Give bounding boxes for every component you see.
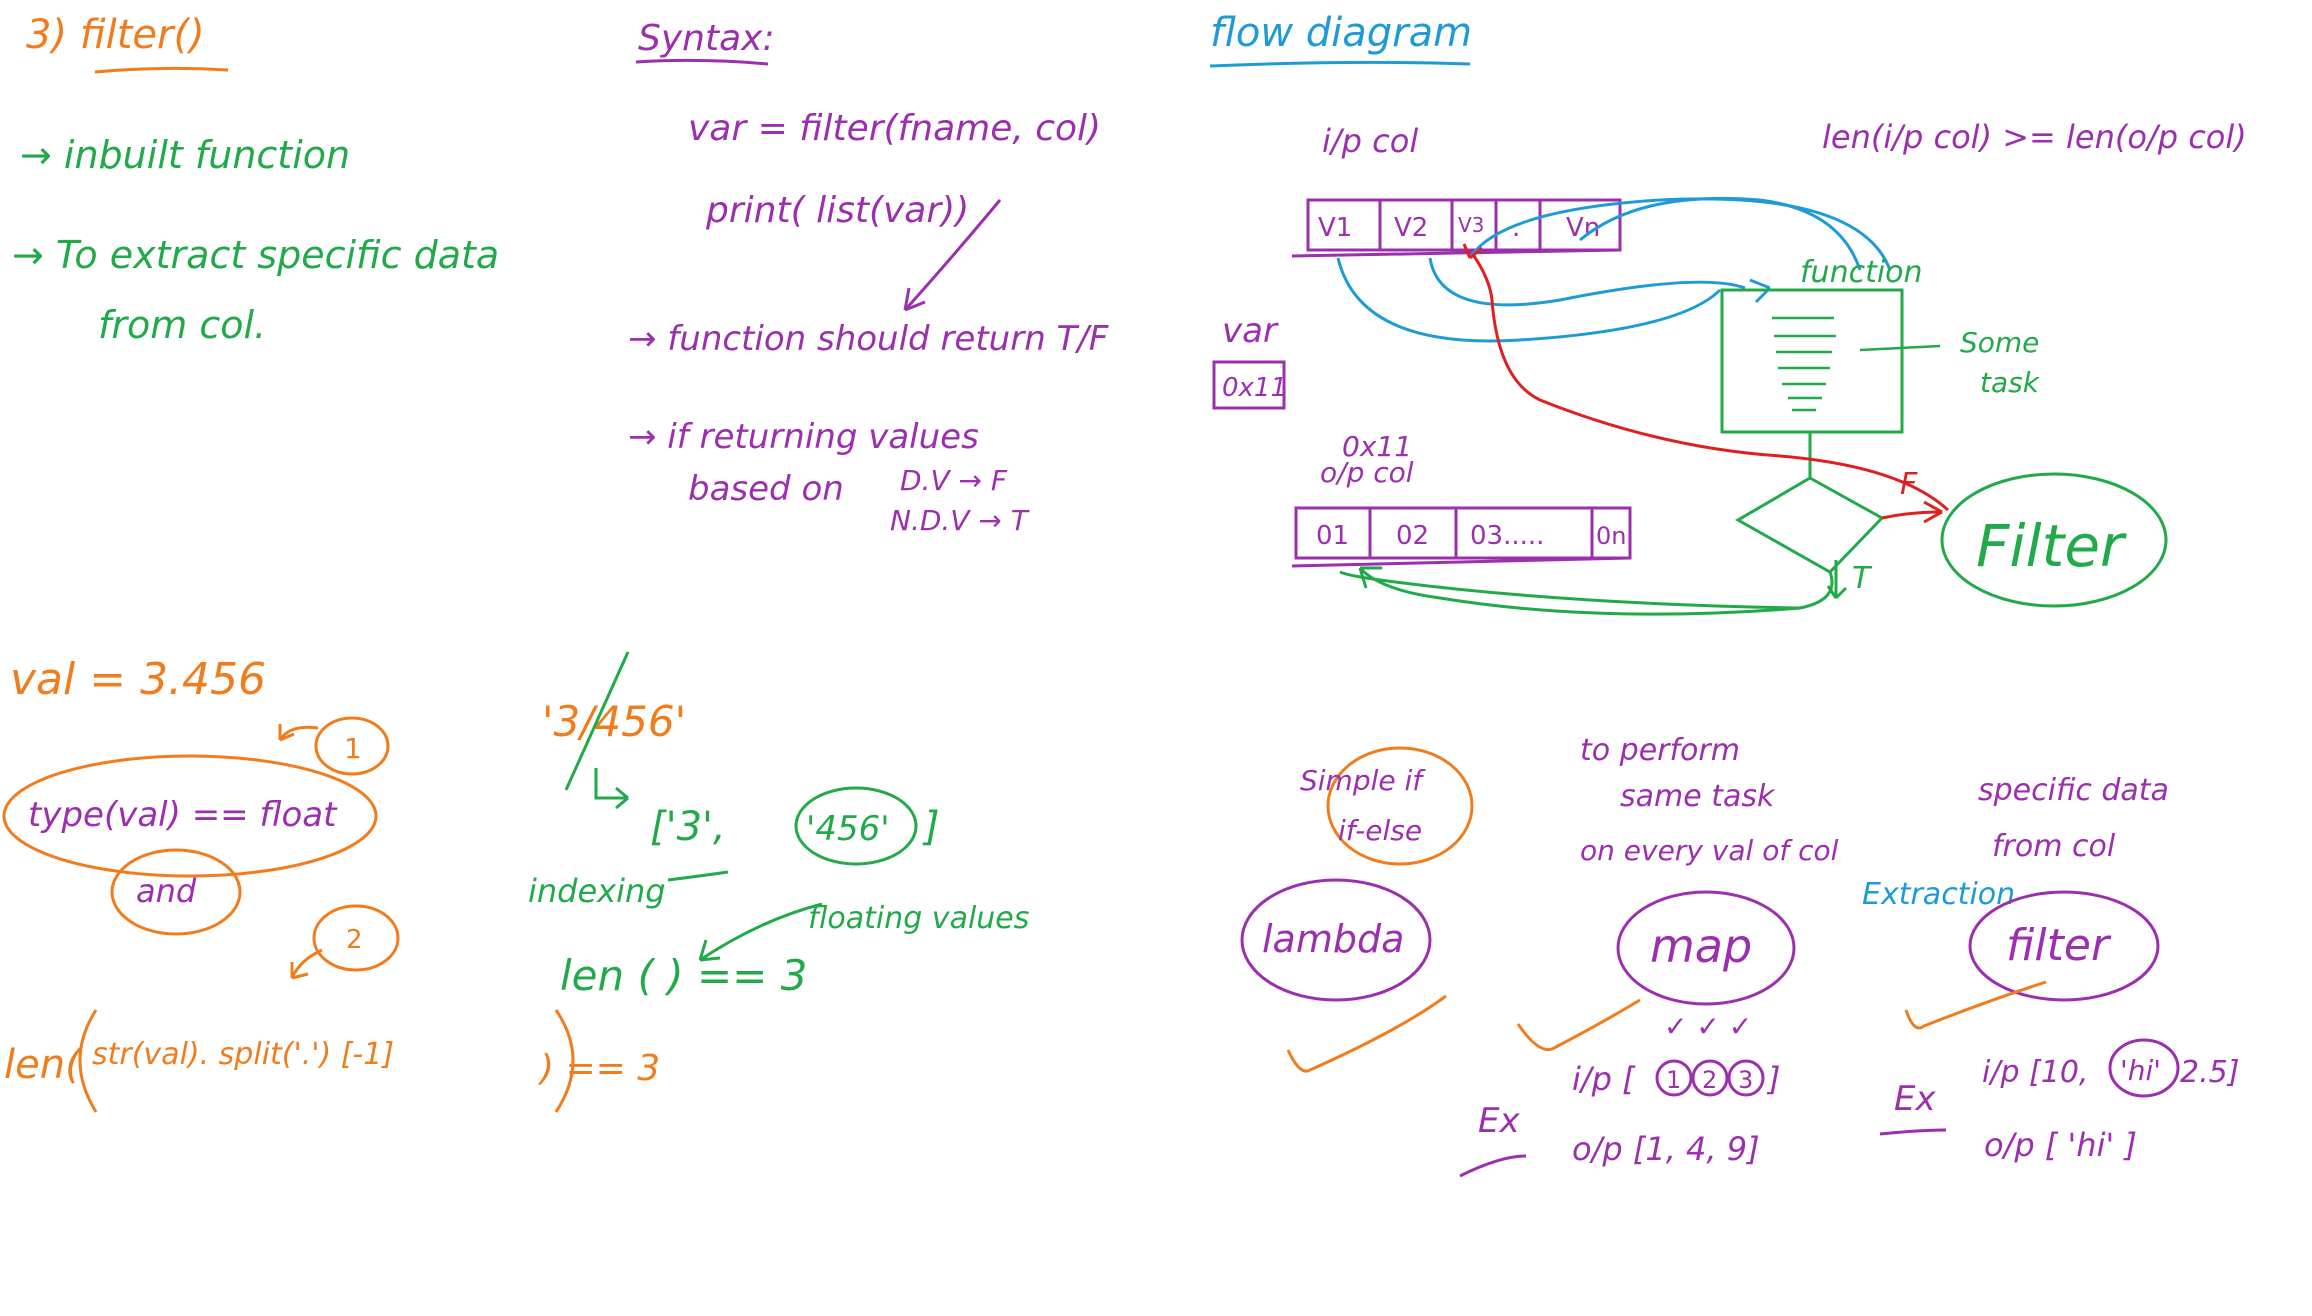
rule-based-on: based on [688, 469, 844, 509]
map-ex-underline [1459, 1154, 1527, 1178]
filter-output: o/p [ 'hi' ] [1984, 1126, 2137, 1164]
split-result-fraction: '456' [806, 809, 890, 849]
false-path [1472, 255, 1950, 512]
if-else-label: if-else [1338, 814, 1422, 847]
split-arrow [594, 768, 629, 810]
map-checkmarks: ✓ ✓ ✓ [1664, 1010, 1752, 1043]
syntax-heading: Syntax: [638, 18, 775, 59]
filter-input-hi: 'hi' [2120, 1054, 2161, 1087]
rule-ndv: N.D.V → T [890, 504, 1030, 537]
len-expr-body: str(val). split('.') [-1] [92, 1037, 394, 1072]
map-note-1: to perform [1580, 733, 1740, 768]
ip-col-cells: V1 V2 V3 . Vn [1291, 198, 1622, 258]
point-inbuilt: → inbuilt function [20, 133, 350, 177]
false-label: F [1900, 467, 1918, 502]
heading-underline [94, 66, 229, 74]
syntax-underline [635, 58, 769, 66]
ip-cell-v1: V1 [1318, 213, 1352, 243]
op-cell-03: 03..... [1470, 521, 1544, 551]
function-body-lines [1772, 316, 1836, 412]
map-check-stroke [1516, 998, 1641, 1051]
intro-section: 3) filter() → inbuilt function → To extr… [12, 12, 499, 347]
ip-cell-dot: . [1512, 213, 1520, 243]
whiteboard-canvas: 3) filter() → inbuilt function → To extr… [2, 10, 2247, 1178]
rule-return-tf: → function should return T/F [628, 319, 1109, 359]
split-section: '3/456' ['3', '456' ] indexing floating … [528, 651, 1029, 1000]
map-input-3: 3 [1738, 1066, 1753, 1094]
string-value: '3/456' [542, 697, 686, 746]
op-cell-01: 01 [1316, 521, 1349, 551]
filter-check-stroke [1904, 980, 2047, 1030]
point-extract-cont: from col. [98, 303, 266, 347]
map-input-2: 2 [1702, 1066, 1717, 1094]
decision-diamond [1734, 476, 1885, 574]
map-note-3: on every val of col [1580, 834, 1839, 867]
op-cell-02: 02 [1396, 521, 1429, 551]
len-expr-open: len( [4, 1042, 83, 1088]
var-label: var [1222, 311, 1279, 351]
badge-2-arrow [290, 948, 323, 980]
len-check: len ( ) == 3 [560, 951, 807, 1000]
map-output: o/p [1, 4, 9] [1572, 1130, 1760, 1168]
len-rule: len(i/p col) >= len(o/p col) [1822, 118, 2247, 156]
compare-section: Simple if if-else lambda to perform same… [1240, 733, 2239, 1178]
map-label: map [1650, 919, 1752, 973]
syntax-line1: var = filter(fname, col) [688, 108, 1101, 149]
input-to-function-arrow [1428, 257, 1746, 307]
map-input-suffix: ] [1766, 1060, 1780, 1098]
extraction-label: Extraction [1862, 877, 2015, 912]
point-extract: → To extract specific data [12, 233, 499, 277]
badge-1: 1 [344, 732, 362, 765]
lambda-label: lambda [1262, 917, 1404, 961]
rule-dv: D.V → F [900, 464, 1008, 497]
op-col-cells: 01 02 03..... 0n [1291, 506, 1632, 568]
task-pointer [1859, 344, 1941, 352]
map-input-prefix: i/p [ [1572, 1060, 1636, 1098]
filter-ex-label: Ex [1894, 1079, 1936, 1119]
filter-compare-label: filter [2006, 920, 2112, 971]
task-label-cont: task [1980, 366, 2041, 399]
op-col-label: o/p col [1320, 456, 1414, 489]
filter-input-suffix: 2.5] [2180, 1055, 2239, 1090]
true-path-branch [1339, 570, 1801, 610]
input-to-function-arrow [1336, 257, 1722, 343]
simple-if-label: Simple if [1300, 764, 1426, 797]
badge-1-arrow [278, 724, 319, 742]
syntax-section: Syntax: var = filter(fname, col) print( … [628, 18, 1287, 537]
split-result-close: ] [922, 804, 940, 850]
indexing-stroke [667, 870, 729, 882]
condition-1: type(val) == float [28, 795, 338, 835]
filter-ex-underline [1879, 1128, 1947, 1136]
badge-2: 2 [346, 925, 363, 955]
flow-heading: flow diagram [1210, 10, 1472, 56]
ip-col-label: i/p col [1322, 122, 1418, 160]
ip-cell-v2: V2 [1394, 213, 1428, 243]
map-note-2: same task [1620, 779, 1776, 814]
and-label: and [136, 872, 197, 910]
floating-values-label: floating values [808, 901, 1029, 936]
ip-cell-v3: V3 [1458, 213, 1484, 237]
indexing-label: indexing [528, 872, 666, 910]
lambda-check [1286, 994, 1447, 1073]
flow-diagram: flow diagram i/p col len(i/p col) >= len… [1209, 10, 2247, 616]
function-label: function [1800, 255, 1923, 290]
val-assignment: val = 3.456 [10, 654, 266, 705]
filter-heading: 3) filter() [26, 12, 205, 58]
op-cell-0n: 0n [1596, 522, 1626, 550]
syntax-line2: print( list(var)) [705, 190, 969, 231]
true-label: T [1852, 561, 1873, 596]
filter-input-prefix: i/p [10, [1982, 1055, 2088, 1090]
var-address: 0x11 [1222, 373, 1287, 403]
len-expr-close: ) == 3 [537, 1048, 660, 1089]
filter-note-1: specific data [1978, 773, 2169, 808]
flow-underline [1209, 60, 1471, 68]
task-label: Some [1960, 326, 2039, 359]
rule-returning-values: → if returning values [628, 417, 979, 457]
map-input-1: 1 [1666, 1066, 1681, 1094]
filter-note-2: from col [1992, 829, 2116, 864]
split-result-open: ['3', [650, 804, 726, 850]
filter-bubble-label: Filter [1976, 512, 2127, 580]
map-ex-label: Ex [1478, 1101, 1520, 1141]
